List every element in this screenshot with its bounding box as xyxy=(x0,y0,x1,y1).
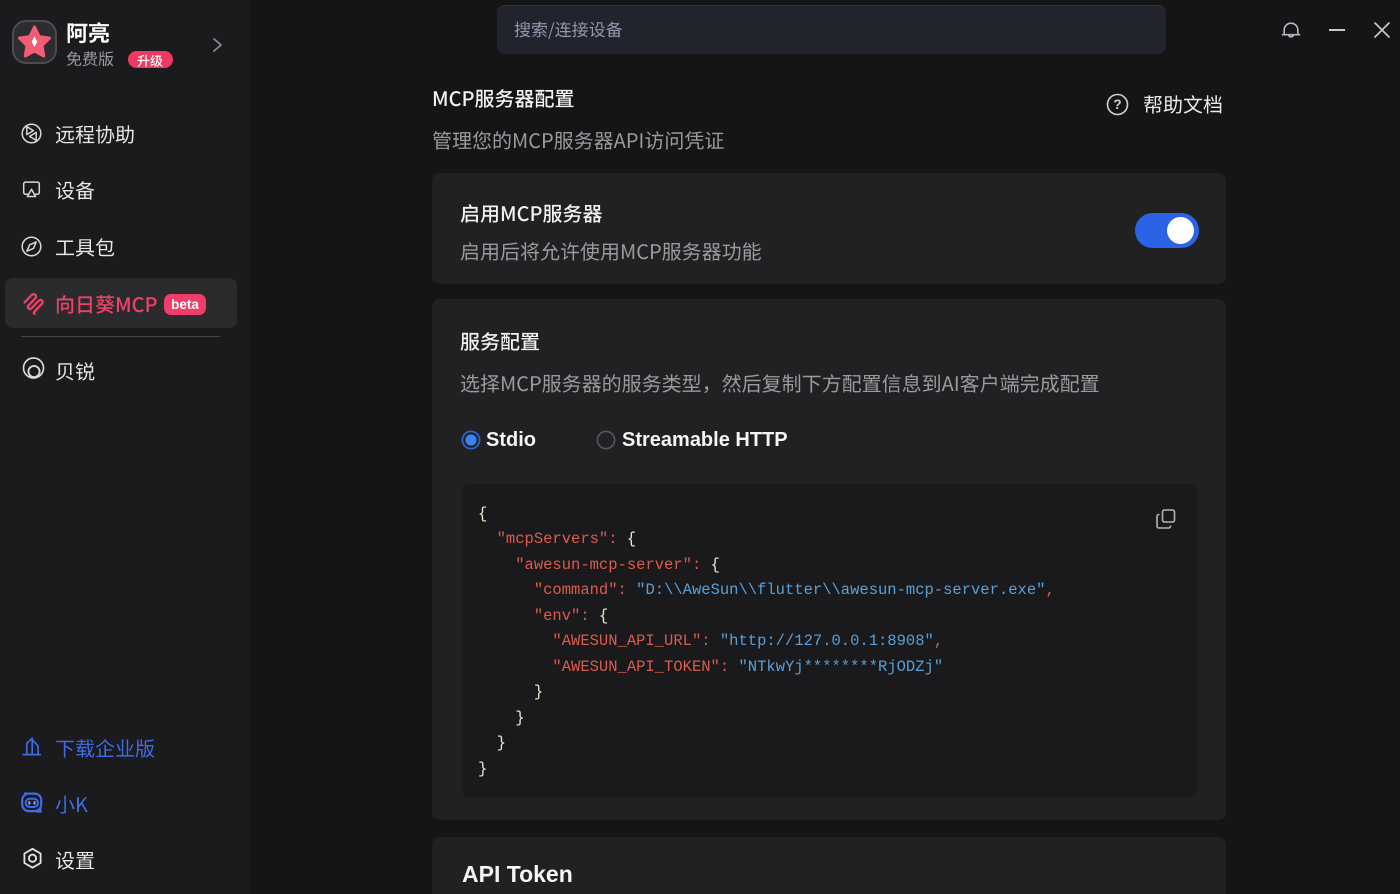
svg-text:?: ? xyxy=(1113,97,1121,112)
